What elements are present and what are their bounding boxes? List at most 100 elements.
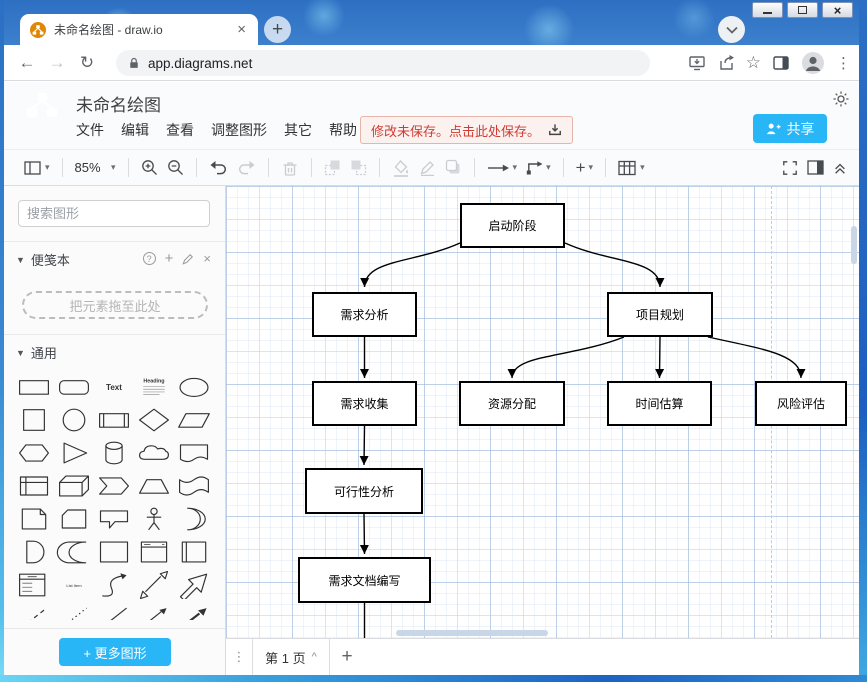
line-color-button[interactable] [419, 159, 436, 176]
shape-bold-arrow[interactable] [174, 601, 214, 620]
diagram-node[interactable]: 时间估算 [607, 381, 712, 426]
shape-cube[interactable] [54, 469, 94, 502]
zoom-level-dropdown[interactable]: 85% ▾ [75, 159, 116, 177]
connection-style-button[interactable]: ▾ [487, 162, 518, 173]
fullscreen-button[interactable] [782, 160, 798, 176]
maximize-button[interactable] [787, 2, 818, 18]
table-button[interactable]: ▾ [618, 160, 645, 176]
view-panels-button[interactable]: ▾ [24, 160, 50, 176]
scratchpad-help-icon[interactable]: ? [143, 252, 156, 265]
reload-button[interactable]: ↻ [72, 53, 102, 73]
shape-list-item[interactable]: List Item [54, 568, 94, 601]
shape-bidirectional-arrow[interactable] [134, 568, 174, 601]
menu-file[interactable]: 文件 [76, 120, 104, 140]
diagram-node[interactable]: 风险评估 [755, 381, 847, 426]
shape-internal-storage[interactable] [14, 469, 54, 502]
shape-circle[interactable] [54, 403, 94, 436]
shape-text[interactable]: Text [94, 370, 134, 403]
shape-ellipse[interactable] [174, 370, 214, 403]
shape-trapezoid[interactable] [134, 469, 174, 502]
share-button[interactable]: 共享 [753, 114, 827, 143]
close-button[interactable]: × [822, 2, 853, 18]
to-front-button[interactable] [324, 159, 341, 176]
unsaved-warning-banner[interactable]: 修改未保存。点击此处保存。 [360, 116, 573, 144]
shape-curve[interactable] [94, 568, 134, 601]
menu-edit[interactable]: 编辑 [121, 120, 149, 140]
page-tab[interactable]: 第 1 页 ^ [252, 639, 330, 675]
bookmark-star-icon[interactable]: ☆ [746, 53, 761, 73]
tab-close-icon[interactable]: × [233, 21, 250, 38]
shape-card[interactable] [54, 502, 94, 535]
shape-data-storage[interactable] [54, 535, 94, 568]
address-bar[interactable]: app.diagrams.net [116, 50, 650, 76]
diagram-node[interactable]: 启动阶段 [460, 203, 565, 248]
scratchpad-drop-zone[interactable]: 把元素拖至此处 [22, 291, 208, 319]
shape-rectangle[interactable] [14, 370, 54, 403]
side-panel-icon[interactable] [772, 54, 790, 72]
menu-view[interactable]: 查看 [166, 120, 194, 140]
minimize-button[interactable] [752, 2, 783, 18]
shape-actor[interactable] [134, 502, 174, 535]
forward-button[interactable]: → [42, 53, 72, 73]
diagram-node[interactable]: 资源分配 [459, 381, 565, 426]
shape-square[interactable] [14, 403, 54, 436]
shape-diamond[interactable] [134, 403, 174, 436]
shape-arrow[interactable] [174, 568, 214, 601]
collapse-toolbar-button[interactable] [833, 161, 847, 175]
theme-toggle-sun-icon[interactable] [832, 90, 850, 108]
shape-search-box[interactable] [18, 200, 210, 227]
shape-cloud[interactable] [134, 436, 174, 469]
delete-button[interactable] [281, 159, 299, 177]
scratchpad-add-icon[interactable]: + [165, 250, 174, 267]
new-tab-button[interactable]: + [264, 16, 291, 43]
shape-list[interactable] [14, 568, 54, 601]
shape-dashed-line[interactable] [14, 601, 54, 620]
shape-heading[interactable]: Heading [134, 370, 174, 403]
zoom-in-button[interactable] [141, 159, 158, 176]
drawing-canvas[interactable]: 启动阶段需求分析项目规划需求收集资源分配时间估算风险评估可行性分析需求文档编写 [226, 186, 859, 638]
tab-search-button[interactable] [718, 16, 745, 43]
vertical-scrollbar-thumb[interactable] [851, 226, 857, 264]
more-shapes-button[interactable]: + 更多图形 [59, 638, 171, 666]
shape-container[interactable] [94, 535, 134, 568]
shape-and[interactable] [14, 535, 54, 568]
shape-hexagon[interactable] [14, 436, 54, 469]
menu-help[interactable]: 帮助 [329, 120, 357, 140]
shape-note[interactable] [14, 502, 54, 535]
document-title[interactable]: 未命名绘图 [76, 91, 161, 116]
format-panel-toggle-button[interactable] [807, 160, 824, 175]
shape-search-input[interactable] [27, 206, 203, 221]
shape-process[interactable] [94, 403, 134, 436]
diagram-node[interactable]: 项目规划 [607, 292, 713, 337]
scratchpad-edit-icon[interactable] [182, 253, 194, 265]
shape-tape[interactable] [174, 469, 214, 502]
install-icon[interactable] [688, 54, 706, 72]
undo-button[interactable] [209, 160, 228, 175]
menu-arrange[interactable]: 调整图形 [211, 120, 267, 140]
shape-callout[interactable] [94, 502, 134, 535]
shape-cylinder[interactable] [94, 436, 134, 469]
profile-avatar[interactable] [801, 51, 825, 75]
scratchpad-close-icon[interactable]: × [203, 251, 211, 266]
shape-step[interactable] [94, 469, 134, 502]
shape-rounded-rectangle[interactable] [54, 370, 94, 403]
diagram-node[interactable]: 可行性分析 [305, 468, 423, 514]
to-back-button[interactable] [350, 159, 367, 176]
general-section-header[interactable]: ▼ 通用 [16, 343, 57, 362]
shape-directional-arrow[interactable] [134, 601, 174, 620]
diagram-node[interactable]: 需求文档编写 [298, 557, 431, 603]
redo-button[interactable] [237, 160, 256, 175]
shape-parallelogram[interactable] [174, 403, 214, 436]
browser-menu-kebab-icon[interactable]: ⋮ [836, 54, 851, 72]
scratchpad-section-header[interactable]: ▼ 便笺本 [16, 250, 70, 269]
browser-tab[interactable]: 未命名绘图 - draw.io × [20, 14, 258, 45]
diagram-node[interactable]: 需求分析 [312, 292, 417, 337]
menu-extras[interactable]: 其它 [284, 120, 312, 140]
shape-dotted-line[interactable] [54, 601, 94, 620]
waypoint-style-button[interactable]: ▾ [526, 160, 551, 175]
add-page-button[interactable]: + [330, 639, 364, 675]
shape-window[interactable] [134, 535, 174, 568]
shape-vertical-container[interactable] [174, 535, 214, 568]
back-button[interactable]: ← [12, 53, 42, 73]
pages-menu-kebab-icon[interactable]: ⋮ [226, 639, 252, 675]
